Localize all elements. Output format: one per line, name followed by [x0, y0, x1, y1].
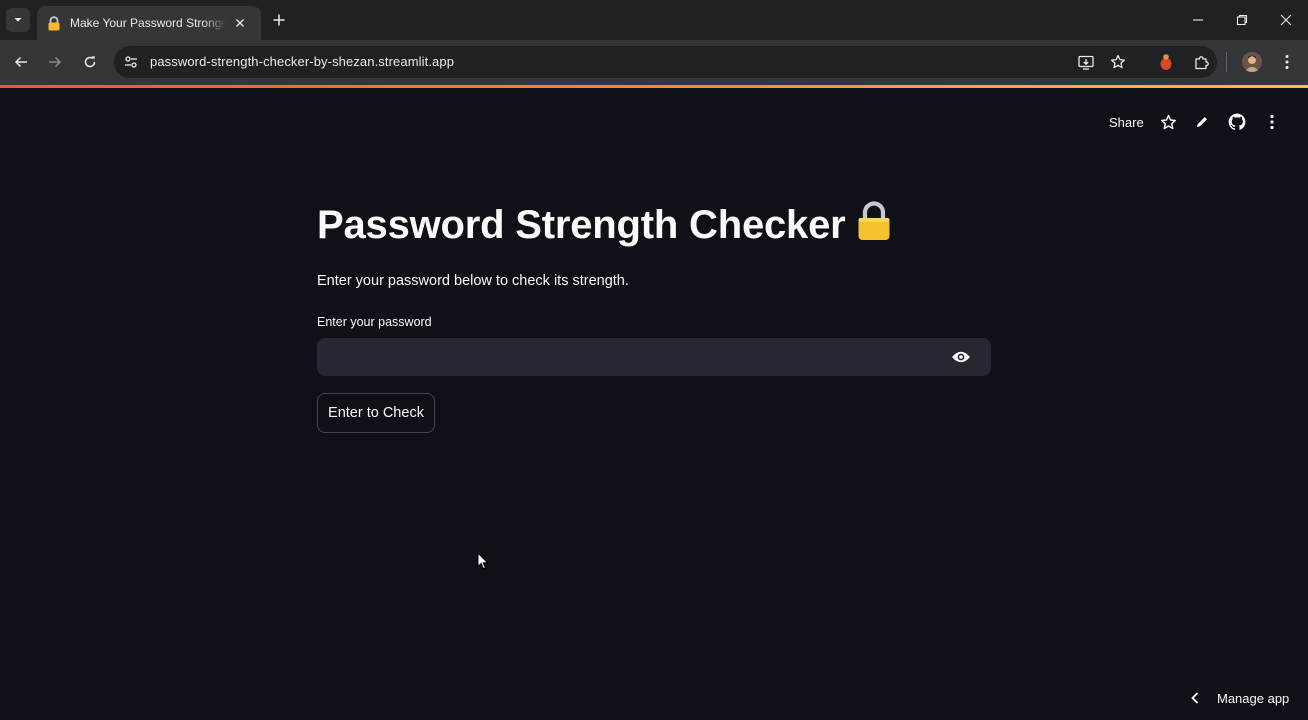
password-input[interactable]: [318, 339, 928, 375]
restore-icon[interactable]: [1232, 10, 1252, 30]
puzzle-extensions-icon[interactable]: [1192, 52, 1212, 72]
address-bar[interactable]: password-strength-checker-by-shezan.stre…: [114, 46, 1217, 78]
mouse-cursor-icon: [477, 551, 489, 575]
profile-avatar[interactable]: [1242, 52, 1262, 72]
browser-toolbar: password-strength-checker-by-shezan.stre…: [0, 40, 1308, 85]
browser-tab-active[interactable]: Make Your Password Stronger: [37, 6, 261, 40]
toolbar-separator: [1226, 52, 1227, 72]
enter-to-check-button[interactable]: Enter to Check: [317, 393, 435, 433]
forward-arrow-icon[interactable]: [45, 52, 65, 72]
manage-app-button[interactable]: Manage app: [1186, 686, 1289, 710]
star-icon[interactable]: [1158, 112, 1178, 132]
site-info-icon[interactable]: [122, 53, 140, 71]
manage-app-label: Manage app: [1217, 690, 1290, 706]
minimize-icon[interactable]: [1188, 10, 1208, 30]
install-app-icon[interactable]: [1077, 53, 1095, 71]
url-text: password-strength-checker-by-shezan.stre…: [150, 54, 455, 69]
browser-menu-icon[interactable]: [1277, 52, 1297, 72]
github-icon[interactable]: [1227, 112, 1247, 132]
lock-icon: [46, 15, 62, 31]
back-arrow-icon[interactable]: [11, 52, 31, 72]
new-tab-plus-icon[interactable]: [270, 11, 288, 29]
page-title: Password Strength Checker: [317, 200, 892, 252]
lock-icon: [856, 200, 892, 252]
tab-search-button[interactable]: [6, 8, 30, 32]
chevron-down-icon: [14, 18, 22, 22]
tab-title: Make Your Password Stronger: [70, 16, 226, 30]
tab-close-icon[interactable]: [232, 15, 248, 31]
subtitle-text: Enter your password below to check its s…: [317, 273, 629, 289]
bookmark-star-icon[interactable]: [1109, 53, 1127, 71]
browser-tab-strip: Make Your Password Stronger: [0, 0, 1308, 40]
chevron-left-icon: [1186, 689, 1204, 707]
extension-icon[interactable]: [1156, 52, 1176, 72]
more-vertical-icon[interactable]: [1262, 112, 1282, 132]
password-input-container: [317, 338, 991, 376]
edit-pencil-icon[interactable]: [1192, 112, 1212, 132]
close-window-icon[interactable]: [1276, 10, 1296, 30]
page-title-text: Password Strength Checker: [317, 203, 846, 247]
eye-show-password-icon[interactable]: [950, 348, 972, 366]
reload-icon[interactable]: [80, 52, 100, 72]
password-field-label: Enter your password: [317, 315, 432, 329]
streamlit-app: Share Password Strength Checker Enter yo…: [0, 88, 1308, 720]
share-button[interactable]: Share: [1109, 115, 1144, 130]
